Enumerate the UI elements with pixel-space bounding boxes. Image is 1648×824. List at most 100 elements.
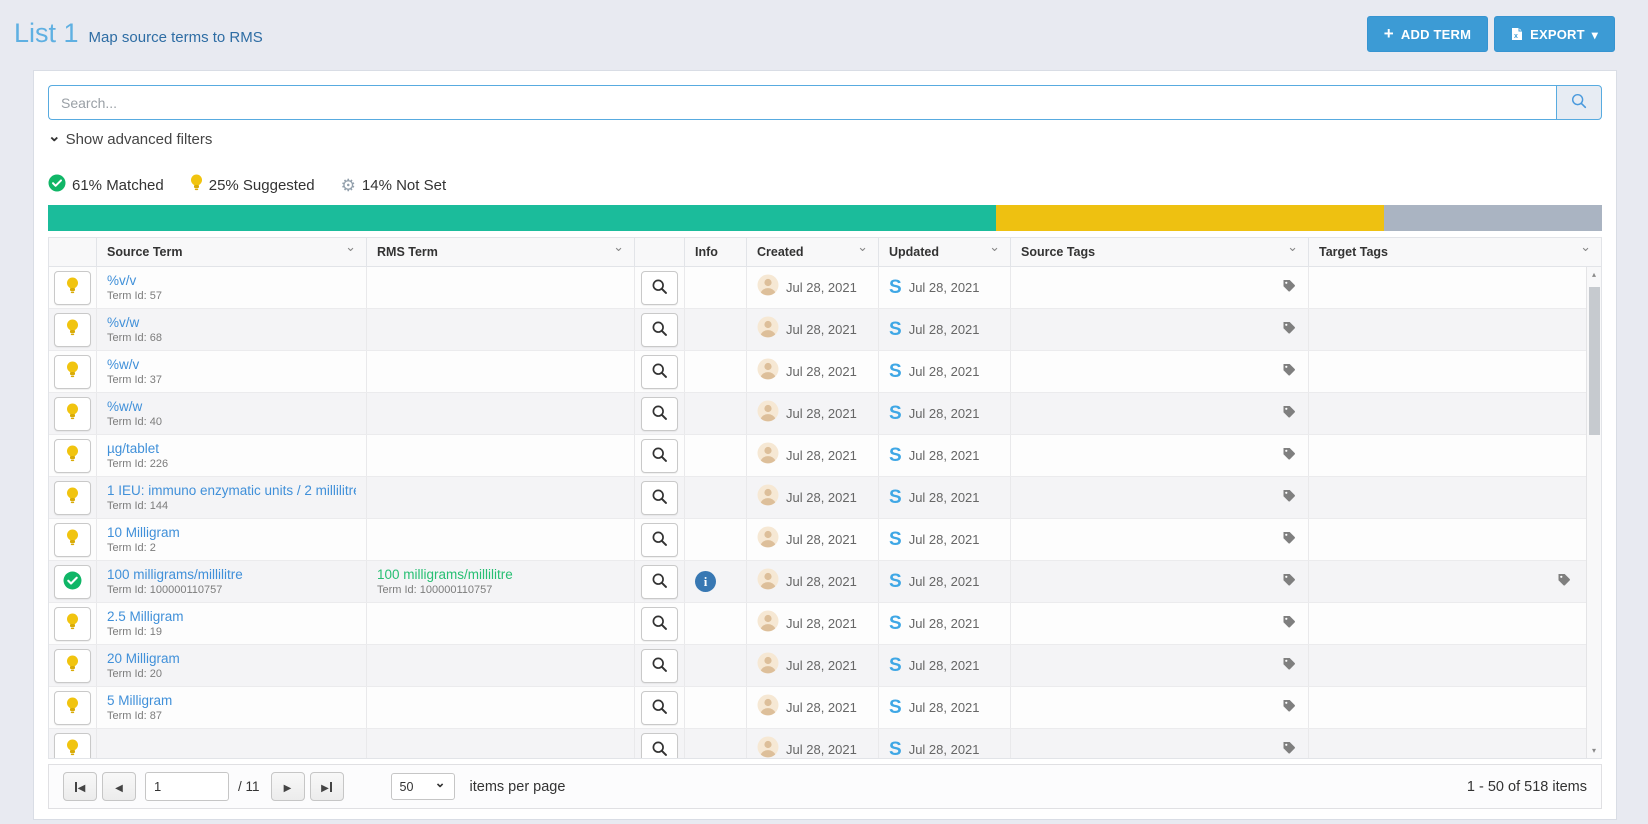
source-term-link[interactable]: 100 milligrams/millilitre [107,567,243,582]
tag-icon[interactable] [1282,572,1296,591]
rms-term-cell [367,519,635,560]
rms-term-cell [367,729,635,758]
suggested-status-button[interactable] [54,480,91,515]
vertical-scrollbar[interactable] [1586,267,1601,758]
source-term-link[interactable]: 10 Milligram [107,525,180,540]
source-tags-cell [1011,603,1309,644]
tag-icon[interactable] [1282,404,1296,423]
suggested-status-button[interactable] [54,648,91,683]
tag-icon[interactable] [1557,572,1571,591]
tag-icon[interactable] [1282,698,1296,717]
source-term-cell [97,729,367,758]
suggested-status-button[interactable] [54,354,91,389]
info-circle-icon[interactable]: i [695,571,716,592]
column-header-info: Info [685,238,747,266]
row-status-cell [49,309,97,350]
column-header-source-tags[interactable]: Source Tags [1011,238,1309,266]
source-term-link[interactable]: %v/v [107,273,162,288]
updated-cell: S Jul 28, 2021 [879,645,1011,686]
gear-icon: ⚙ [340,175,356,195]
source-tags-cell [1011,519,1309,560]
column-header-target-tags[interactable]: Target Tags [1309,238,1601,266]
advanced-filters-toggle[interactable]: Show advanced filters [48,131,213,148]
column-header-lookup [635,238,685,266]
lookup-term-button[interactable] [641,732,678,758]
search-button[interactable] [1556,85,1602,120]
lookup-term-button[interactable] [641,354,678,389]
lookup-term-button[interactable] [641,270,678,305]
suggested-status-button[interactable] [54,690,91,725]
scroll-down-icon[interactable] [1587,746,1601,755]
source-term-link[interactable]: 2.5 Milligram [107,609,184,624]
progress-matched [48,205,996,231]
source-term-cell: 100 milligrams/millilitre Term Id: 10000… [97,561,367,602]
lookup-term-button[interactable] [641,396,678,431]
lookup-term-button[interactable] [641,648,678,683]
lookup-term-button[interactable] [641,438,678,473]
source-term-id: Term Id: 40 [107,416,163,428]
suggested-status-button[interactable] [54,396,91,431]
tag-icon[interactable] [1282,656,1296,675]
source-term-link[interactable]: µg/tablet [107,441,168,456]
suggested-status-button[interactable] [54,312,91,347]
source-tags-cell [1011,393,1309,434]
legend-suggested-label: 25% Suggested [208,176,315,194]
suggested-status-button[interactable] [54,438,91,473]
page-size-select[interactable]: 50 [390,773,455,800]
rms-term-link[interactable]: 100 milligrams/millilitre [377,567,513,582]
tag-icon[interactable] [1282,278,1296,297]
source-term-link[interactable]: 20 Milligram [107,651,180,666]
source-term-link[interactable]: 1 IEU: immuno enzymatic units / 2 millil… [107,483,356,498]
tag-icon[interactable] [1282,614,1296,633]
column-header-source-term[interactable]: Source Term [97,238,367,266]
tag-icon[interactable] [1282,320,1296,339]
source-term-link[interactable]: 5 Milligram [107,693,172,708]
row-status-cell [49,267,97,308]
scrollbar-thumb[interactable] [1589,287,1600,435]
created-cell: Jul 28, 2021 [747,267,879,308]
page-number-input[interactable] [145,772,229,801]
scroll-up-icon[interactable] [1587,270,1601,279]
suggested-status-button[interactable] [54,606,91,641]
lookup-term-button[interactable] [641,480,678,515]
lookup-term-button[interactable] [641,312,678,347]
column-header-updated[interactable]: Updated [879,238,1011,266]
last-page-button[interactable] [309,772,344,801]
tag-icon[interactable] [1282,446,1296,465]
suggested-status-button[interactable] [54,270,91,305]
info-cell: i [685,519,747,560]
items-per-page-label: items per page [469,778,566,795]
add-term-button[interactable]: ADD TERM [1366,16,1489,52]
first-page-button[interactable] [63,772,97,801]
lookup-cell [635,519,685,560]
previous-page-button[interactable] [102,772,136,801]
matched-status-button[interactable] [54,564,91,599]
lookup-term-button[interactable] [641,564,678,599]
source-term-link[interactable]: %w/v [107,357,162,372]
tag-icon[interactable] [1282,488,1296,507]
export-button[interactable]: x EXPORT [1494,16,1615,52]
source-term-id: Term Id: 226 [107,458,169,470]
lightbulb-icon [66,529,79,550]
tag-icon[interactable] [1282,740,1296,758]
source-term-link[interactable]: %w/w [107,399,162,414]
lookup-term-button[interactable] [641,522,678,557]
lookup-cell [635,351,685,392]
suggested-status-button[interactable] [54,522,91,557]
legend-matched: 61% Matched [48,174,164,196]
file-icon: x [1511,27,1523,41]
page-header: List 1 Map source terms to RMS ADD TERM … [0,0,1648,70]
suggested-status-button[interactable] [54,732,91,758]
lookup-term-button[interactable] [641,690,678,725]
rms-term-cell [367,603,635,644]
search-input[interactable] [48,85,1556,120]
tag-icon[interactable] [1282,362,1296,381]
column-header-created[interactable]: Created [747,238,879,266]
magnifier-icon [1570,92,1588,113]
next-page-button[interactable] [270,772,305,801]
lookup-term-button[interactable] [641,606,678,641]
source-term-link[interactable]: %v/w [107,315,162,330]
tag-icon[interactable] [1282,530,1296,549]
column-header-rms-term[interactable]: RMS Term [367,238,635,266]
target-tags-cell [1309,393,1601,434]
